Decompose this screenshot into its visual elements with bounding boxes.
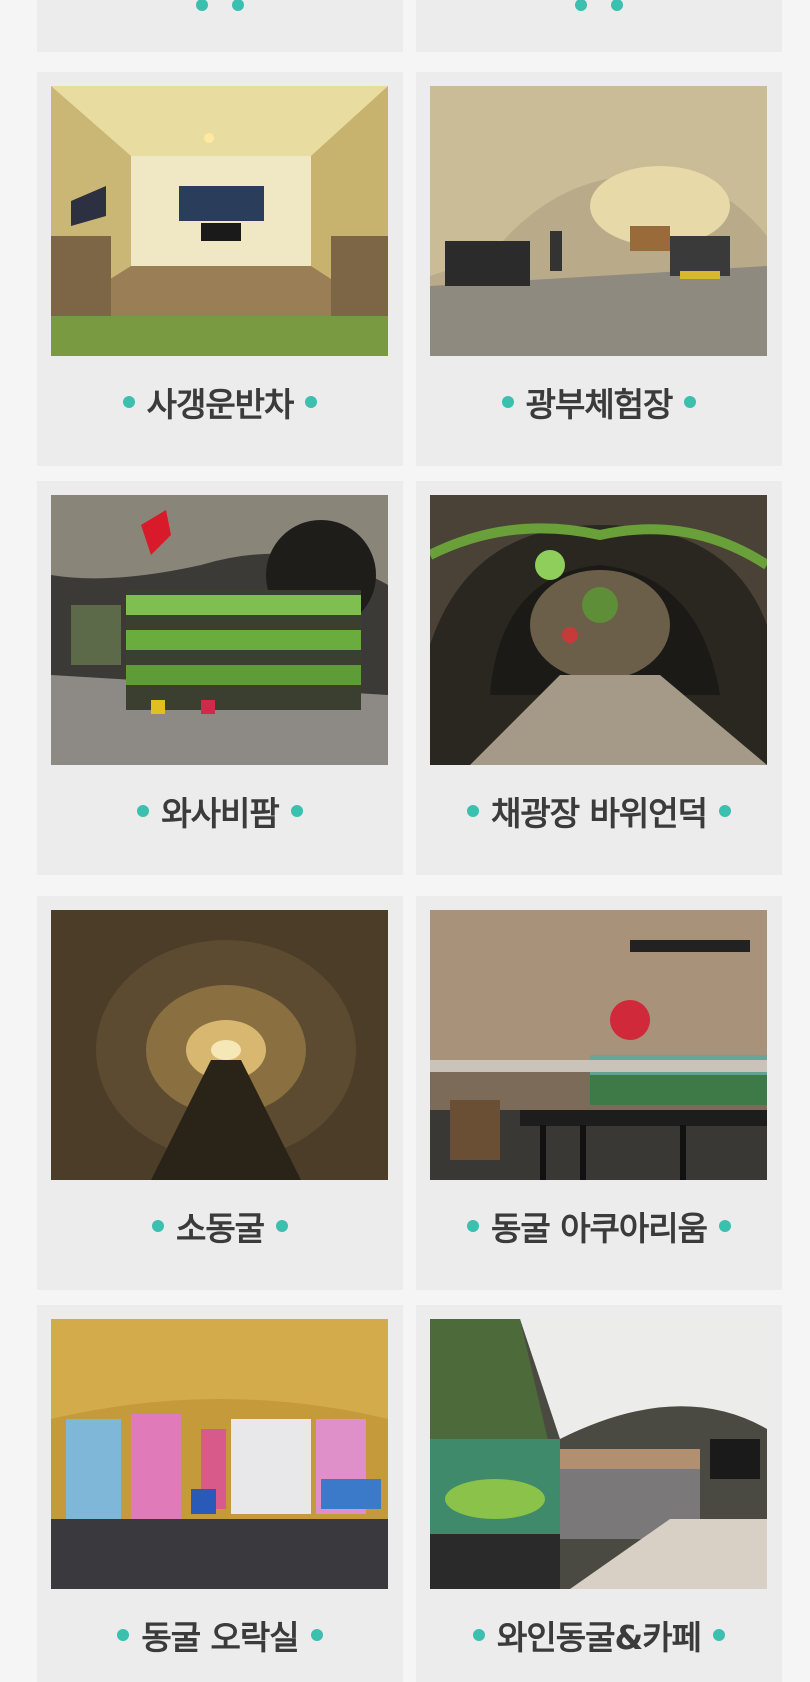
bullet-dot-icon — [290, 805, 303, 817]
card-caption-top-right — [416, 0, 782, 30]
bullet-dot-icon — [684, 396, 697, 408]
bullet-dot-icon — [719, 805, 731, 817]
card-caption: 동굴 오락실 — [37, 1605, 403, 1665]
card-top-left[interactable] — [37, 0, 403, 52]
card-label: 와인동굴&카페 — [497, 1618, 702, 1657]
bullet-dot-icon — [196, 0, 208, 11]
bullet-dot-icon — [501, 396, 514, 408]
card-caption-top-left — [37, 0, 403, 30]
bullet-dot-icon — [232, 0, 244, 11]
card-caption: 와인동굴&카페 — [416, 1605, 782, 1665]
bullet-dot-icon — [151, 1220, 164, 1232]
card-caption: 동굴 아쿠아리움 — [416, 1196, 782, 1256]
bullet-dot-icon — [117, 1629, 130, 1641]
card-label: 와사비팜 — [161, 794, 279, 833]
quarry-rock-hill-photo — [430, 495, 767, 765]
cave-arcade-photo — [51, 1319, 388, 1589]
card-label: 광부체험장 — [525, 385, 674, 424]
incline-cart-photo — [51, 86, 388, 356]
card-label: 소동굴 — [175, 1209, 265, 1248]
bullet-dot-icon — [611, 0, 623, 11]
bullet-dot-icon — [305, 396, 318, 408]
card-wine-cave-cafe[interactable]: 와인동굴&카페 — [416, 1305, 782, 1682]
bullet-dot-icon — [575, 0, 587, 11]
bullet-dot-icon — [466, 805, 479, 817]
card-caption: 와사비팜 — [37, 781, 403, 841]
card-top-right[interactable] — [416, 0, 782, 52]
card-quarry-rock-hill[interactable]: 채광장 바위언덕 — [416, 481, 782, 875]
bullet-dot-icon — [719, 1220, 731, 1232]
bullet-dot-icon — [276, 1220, 289, 1232]
card-label: 채광장 바위언덕 — [490, 794, 708, 833]
wasabi-farm-photo — [51, 495, 388, 765]
cave-aquarium-photo — [430, 910, 767, 1180]
card-label: 동굴 오락실 — [141, 1618, 299, 1657]
card-caption: 채광장 바위언덕 — [416, 781, 782, 841]
card-label: 사갱운반차 — [146, 385, 295, 424]
card-wasabi-farm[interactable]: 와사비팜 — [37, 481, 403, 875]
bullet-dot-icon — [466, 1220, 479, 1232]
card-label: 동굴 아쿠아리움 — [490, 1209, 708, 1248]
card-small-cave[interactable]: 소동굴 — [37, 896, 403, 1290]
card-caption: 소동굴 — [37, 1196, 403, 1256]
card-caption: 광부체험장 — [416, 372, 782, 432]
card-incline-cart[interactable]: 사갱운반차 — [37, 72, 403, 466]
card-cave-aquarium[interactable]: 동굴 아쿠아리움 — [416, 896, 782, 1290]
bullet-dot-icon — [122, 396, 135, 408]
bullet-dot-icon — [712, 1629, 725, 1641]
card-miner-experience[interactable]: 광부체험장 — [416, 72, 782, 466]
small-cave-photo — [51, 910, 388, 1180]
miner-experience-photo — [430, 86, 767, 356]
attraction-grid: 사갱운반차 광부체험장 와사비팜 채광장 바위언덕 소동굴 동굴 아쿠아리움 동… — [0, 0, 810, 1682]
wine-cave-cafe-photo — [430, 1319, 767, 1589]
bullet-dot-icon — [310, 1629, 323, 1641]
bullet-dot-icon — [473, 1629, 486, 1641]
card-cave-arcade[interactable]: 동굴 오락실 — [37, 1305, 403, 1682]
card-caption: 사갱운반차 — [37, 372, 403, 432]
bullet-dot-icon — [137, 805, 150, 817]
